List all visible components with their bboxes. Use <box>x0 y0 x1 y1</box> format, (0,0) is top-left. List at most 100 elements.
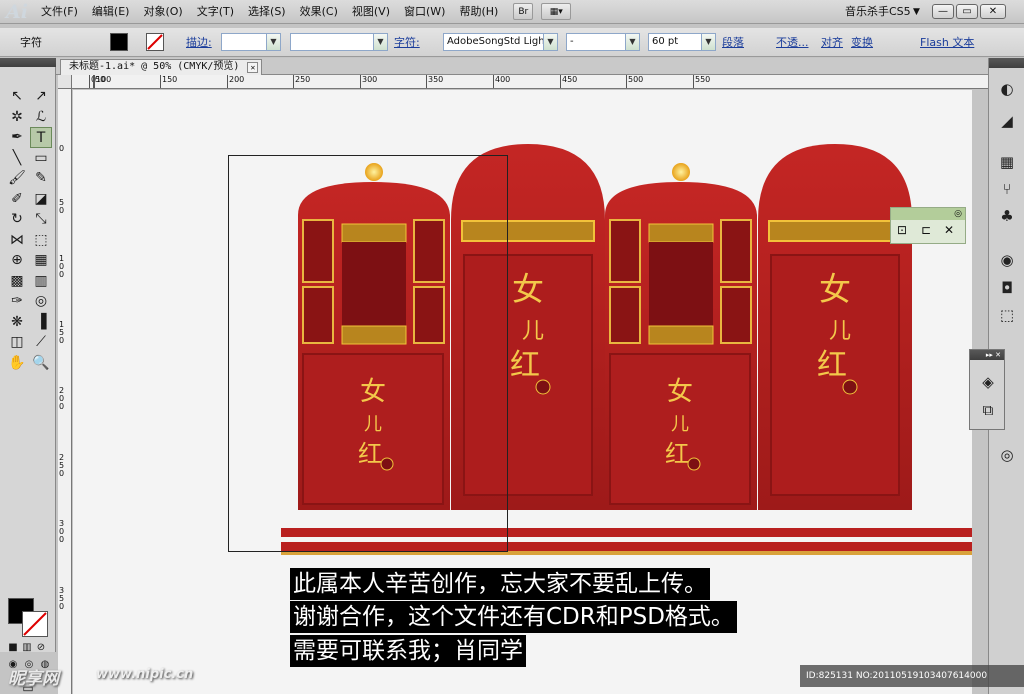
brush-definition-field[interactable]: ▼ <box>290 33 388 51</box>
selection-tool[interactable]: ↖ <box>6 86 28 107</box>
layers-panel-group: ▸▸ ✕ ◈ ⧉ <box>969 349 1005 430</box>
opacity-link[interactable]: 不透... <box>776 34 809 51</box>
magic-wand-tool[interactable]: ✲ <box>6 107 28 128</box>
minimize-button[interactable]: — <box>932 4 954 19</box>
workspace-switcher[interactable]: 音乐杀手CS5 <box>845 0 911 24</box>
ruler-tick: 350 <box>425 75 444 88</box>
panel-grip[interactable] <box>989 58 1024 68</box>
shape-builder-tool[interactable]: ⊕ <box>6 250 28 271</box>
no-stroke-icon <box>147 34 163 50</box>
bridge-button[interactable]: Br <box>513 3 534 20</box>
menu-help[interactable]: 帮助(H) <box>452 0 505 24</box>
width-tool[interactable]: ⋈ <box>6 230 28 251</box>
ruler-tick: 150 <box>159 75 178 88</box>
perspective-grid-tool[interactable]: ▦ <box>30 250 52 271</box>
transform-link[interactable]: 变换 <box>851 34 873 51</box>
color-mode-icon[interactable]: ■ <box>6 641 20 655</box>
flash-text-link[interactable]: Flash 文本 <box>920 34 974 51</box>
svg-text:儿: 儿 <box>671 414 689 435</box>
stroke-swatch[interactable] <box>146 33 164 51</box>
ruler-tick: 450 <box>559 75 578 88</box>
horizontal-ruler[interactable]: 0 50 100 150 200 250 300 350 400 450 500… <box>72 75 988 89</box>
eraser-tool[interactable]: ◪ <box>30 189 52 210</box>
layers-icon[interactable]: ◈ <box>977 372 999 392</box>
align-link[interactable]: 对齐 <box>821 34 843 51</box>
font-size-field[interactable]: 60 pt ▼ <box>648 33 716 51</box>
close-icon[interactable]: ✕ <box>247 62 259 73</box>
close-button[interactable]: ✕ <box>980 4 1006 19</box>
ruler-tick: 500 <box>625 75 644 88</box>
perspective-widget[interactable]: ◎ ⊡ ⊏ ✕ <box>890 207 966 244</box>
blend-tool[interactable]: ◎ <box>30 291 52 312</box>
scale-tool[interactable]: ⤡ <box>30 209 52 230</box>
plane-close-icon[interactable]: ✕ <box>944 223 954 237</box>
fill-swatch[interactable] <box>110 33 128 51</box>
widget-grip[interactable]: ◎ <box>891 208 965 220</box>
menu-edit[interactable]: 编辑(E) <box>85 0 137 24</box>
blob-brush-tool[interactable]: ✐ <box>6 189 28 210</box>
ruler-tick: 100 <box>93 75 112 88</box>
stroke-color-box[interactable] <box>22 611 48 637</box>
eyedropper-tool[interactable]: ✑ <box>6 291 28 312</box>
slice-tool[interactable]: ⟋ <box>30 332 52 353</box>
paragraph-link[interactable]: 段落 <box>722 34 744 51</box>
maximize-button[interactable]: ▭ <box>956 4 978 19</box>
menu-window[interactable]: 窗口(W) <box>397 0 452 24</box>
chevron-down-icon: ▼ <box>543 34 557 50</box>
menu-view[interactable]: 视图(V) <box>345 0 397 24</box>
column-graph-tool[interactable]: ▐ <box>30 312 52 333</box>
free-transform-tool[interactable]: ⬚ <box>30 230 52 251</box>
swatches-icon[interactable]: ▦ <box>996 152 1018 172</box>
lasso-tool[interactable]: ℒ <box>30 107 52 128</box>
pencil-tool[interactable]: ✎ <box>30 168 52 189</box>
stroke-icon[interactable]: ◉ <box>996 250 1018 270</box>
ruler-origin[interactable] <box>58 75 72 89</box>
ruler-tick: 200 <box>226 75 245 88</box>
line-tool[interactable]: ╲ <box>6 148 28 169</box>
symbols-icon[interactable]: ♣ <box>996 206 1018 226</box>
vertical-ruler[interactable]: 0 50 100 150 200 250 300 350 <box>58 89 72 694</box>
paintbrush-tool[interactable]: 🖌 <box>6 168 28 189</box>
stroke-label[interactable]: 描边: <box>186 34 212 51</box>
rectangle-tool[interactable]: ▭ <box>30 148 52 169</box>
ruler-tick: 550 <box>692 75 711 88</box>
menu-effect[interactable]: 效果(C) <box>293 0 345 24</box>
brushes-icon[interactable]: ⑂ <box>996 179 1018 199</box>
plane-left-icon[interactable]: ⊡ <box>897 223 907 237</box>
panel-grip[interactable] <box>0 58 56 67</box>
artboards-icon[interactable]: ⧉ <box>977 400 999 420</box>
stroke-weight-dropdown[interactable]: ▼ <box>221 33 281 51</box>
font-family-dropdown[interactable]: AdobeSongStd Light* ▼ <box>443 33 558 51</box>
artboard-boundary[interactable] <box>228 155 508 552</box>
font-style-dropdown[interactable]: - ▼ <box>566 33 640 51</box>
gradient-icon[interactable]: ◘ <box>996 278 1018 298</box>
transparency-icon[interactable]: ⬚ <box>996 305 1018 325</box>
hand-tool[interactable]: ✋ <box>6 353 28 374</box>
menu-object[interactable]: 对象(O) <box>136 0 189 24</box>
plane-right-icon[interactable]: ⊏ <box>921 223 931 237</box>
menu-type[interactable]: 文字(T) <box>190 0 241 24</box>
arrange-documents-button[interactable]: ▦▾ <box>541 3 572 20</box>
menu-file[interactable]: 文件(F) <box>34 0 85 24</box>
pen-tool[interactable]: ✒ <box>6 127 28 148</box>
direct-selection-tool[interactable]: ↗ <box>30 86 52 107</box>
no-stroke-icon <box>23 612 47 636</box>
mesh-tool[interactable]: ▩ <box>6 271 28 292</box>
panel-collapse-icon[interactable]: ▸▸ ✕ <box>970 350 1004 360</box>
none-mode-icon[interactable]: ⊘ <box>34 641 48 655</box>
artboard-tool[interactable]: ◫ <box>6 332 28 353</box>
rotate-tool[interactable]: ↻ <box>6 209 28 230</box>
menu-select[interactable]: 选择(S) <box>241 0 293 24</box>
color-guide-icon[interactable]: ◢ <box>996 111 1018 131</box>
type-tool[interactable]: T <box>30 127 52 148</box>
gradient-mode-icon[interactable]: ▥ <box>20 641 34 655</box>
gradient-tool[interactable]: ▥ <box>30 271 52 292</box>
zoom-tool[interactable]: 🔍 <box>30 353 52 374</box>
chevron-down-icon[interactable]: ▼ <box>913 0 920 24</box>
pathfinder-icon[interactable]: ◎ <box>996 445 1018 465</box>
document-tab[interactable]: 未标题-1.ai* @ 50% (CMYK/预览) ✕ <box>60 59 263 75</box>
color-icon[interactable]: ◐ <box>996 79 1018 99</box>
symbol-sprayer-tool[interactable]: ❋ <box>6 312 28 333</box>
character-label[interactable]: 字符: <box>394 34 420 51</box>
ruler-tick: 200 <box>59 386 65 411</box>
